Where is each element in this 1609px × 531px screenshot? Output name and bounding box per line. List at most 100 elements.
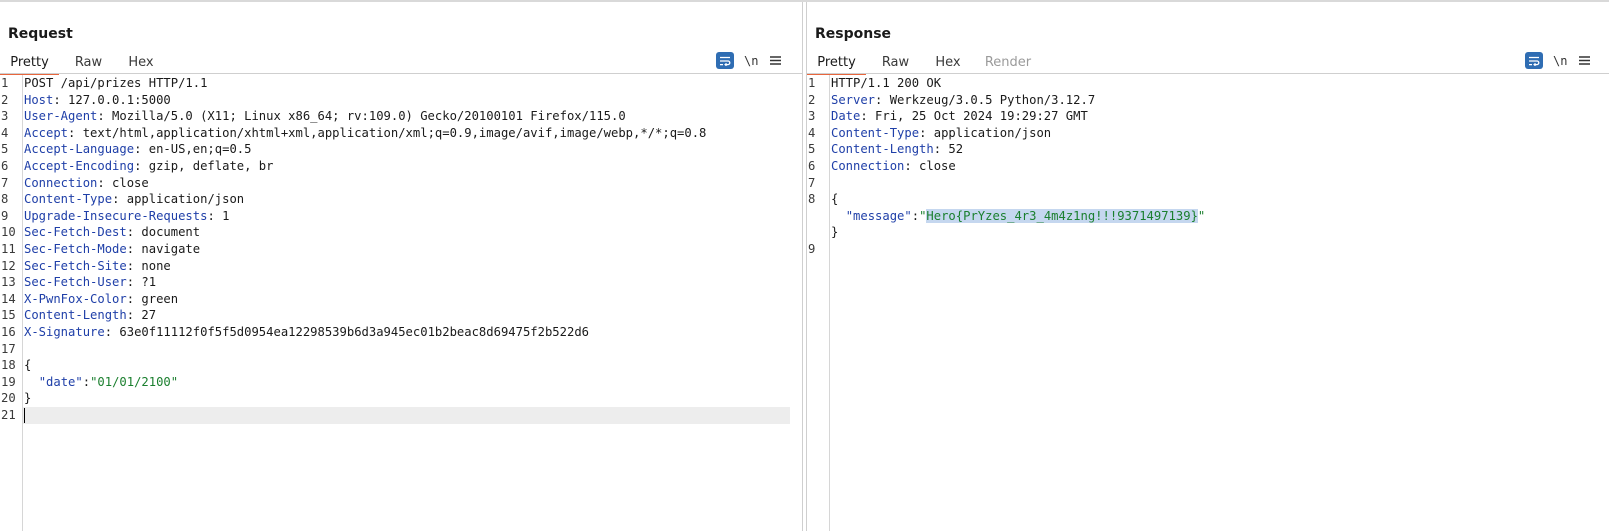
header-name: Accept-Encoding xyxy=(24,159,135,173)
request-line: 12 Sec-Fetch-Site: none xyxy=(0,258,802,275)
code-text: { xyxy=(831,192,839,207)
line-content: Sec-Fetch-User: ?1 xyxy=(24,274,156,291)
line-content: Sec-Fetch-Mode: navigate xyxy=(24,241,200,258)
line-content: Connection: close xyxy=(831,158,956,175)
request-line: 15 Content-Length: 27 xyxy=(0,307,802,324)
response-tab-divider xyxy=(807,73,1609,74)
line-number: 2 xyxy=(1,92,9,107)
response-line: 3 Date: Fri, 25 Oct 2024 19:29:27 GMT xyxy=(807,108,1609,125)
line-number: 7 xyxy=(808,175,816,190)
response-line: 1 HTTP/1.1 200 OK xyxy=(807,75,1609,92)
response-tab-render[interactable]: Render xyxy=(971,51,1045,73)
line-content: } xyxy=(24,390,31,407)
response-line: } xyxy=(807,224,1609,241)
line-content: Accept-Encoding: gzip, deflate, br xyxy=(24,158,273,175)
code-text: : xyxy=(82,374,91,389)
json-key: "message" xyxy=(845,208,912,223)
line-content: HTTP/1.1 200 OK xyxy=(831,75,941,92)
code-text: : navigate xyxy=(126,242,201,256)
header-name: Content-Length xyxy=(24,308,127,323)
code-text: : Fri, 25 Oct 2024 19:29:27 GMT xyxy=(860,109,1088,124)
wrap-lines-icon[interactable] xyxy=(1525,52,1543,69)
header-name: Accept-Language xyxy=(24,142,135,157)
code-text: POST /api/prizes HTTP/1.1 xyxy=(24,76,208,90)
line-content: Sec-Fetch-Dest: document xyxy=(24,224,200,241)
request-tab-divider xyxy=(0,73,802,74)
header-name: Content-Type xyxy=(24,192,113,207)
line-number: 10 xyxy=(1,225,16,240)
line-number: 2 xyxy=(808,92,816,107)
response-editor[interactable]: 1 HTTP/1.1 200 OK 2 Server: Werkzeug/3.0.5 … xyxy=(807,75,1609,531)
response-line: 7 xyxy=(807,175,1609,192)
header-name: Upgrade-Insecure-Requests xyxy=(24,208,208,223)
show-newlines-button[interactable]: \n xyxy=(1553,54,1567,68)
header-name: Connection xyxy=(831,159,905,173)
show-newlines-button[interactable]: \n xyxy=(744,54,758,68)
line-content: Connection: close xyxy=(24,175,149,192)
request-line: 20} xyxy=(0,390,802,407)
line-number: 3 xyxy=(808,109,816,124)
response-tab-raw[interactable]: Raw xyxy=(866,51,925,73)
json-string: "01/01/2100" xyxy=(90,374,179,389)
line-number: 18 xyxy=(1,358,16,373)
request-line: 7 Connection: close xyxy=(0,175,802,192)
line-content: Host: 127.0.0.1:5000 xyxy=(24,92,171,109)
response-line: 8{ xyxy=(807,191,1609,208)
request-line: 3 User-Agent: Mozilla/5.0 (X11; Linux x86… xyxy=(0,108,802,125)
response-line: 6 Connection: close xyxy=(807,158,1609,175)
line-number: 9 xyxy=(1,208,9,223)
line-content: POST /api/prizes HTTP/1.1 xyxy=(24,75,207,92)
response-line: 2 Server: Werkzeug/3.0.5 Python/3.12.7 xyxy=(807,92,1609,109)
line-number: 13 xyxy=(1,275,16,290)
code-text: : application/json xyxy=(112,192,245,207)
line-content: X-PwnFox-Color: green xyxy=(24,291,178,308)
request-tab-hex[interactable]: Hex xyxy=(118,51,164,73)
response-tab-hex[interactable]: Hex xyxy=(925,51,971,73)
line-content: Content-Type: application/json xyxy=(24,191,244,208)
line-number: 8 xyxy=(1,192,9,207)
header-name: X-PwnFox-Color xyxy=(24,291,127,306)
request-editor[interactable]: 1 POST /api/prizes HTTP/1.1 2 Host: 127.0.0… xyxy=(0,75,802,531)
line-number: 8 xyxy=(808,192,816,207)
code-text: : xyxy=(911,208,920,223)
request-line: 13 Sec-Fetch-User: ?1 xyxy=(0,274,802,291)
request-line: 9 Upgrade-Insecure-Requests: 1 xyxy=(0,208,802,225)
line-content: X-Signature: 63e0f11112f0f5f5d0954ea1229… xyxy=(24,324,589,341)
line-content: Content-Type: application/json xyxy=(831,125,1051,142)
code-text: : ?1 xyxy=(126,275,157,290)
header-name: Sec-Fetch-Site xyxy=(24,258,127,273)
code-text: : green xyxy=(126,291,179,306)
response-tab-pretty[interactable]: Pretty xyxy=(807,51,866,75)
line-number: 15 xyxy=(1,308,16,323)
request-tab-raw[interactable]: Raw xyxy=(59,51,118,73)
line-content: Sec-Fetch-Site: none xyxy=(24,258,171,275)
hamburger-icon[interactable] xyxy=(770,54,782,68)
line-number: 20 xyxy=(1,391,16,406)
header-name: Host xyxy=(24,92,54,107)
hamburger-icon[interactable] xyxy=(1579,54,1591,68)
line-content: { xyxy=(831,191,838,208)
request-line: 5 Accept-Language: en-US,en;q=0.5 xyxy=(0,141,802,158)
request-line: 11 Sec-Fetch-Mode: navigate xyxy=(0,241,802,258)
request-line: 6 Accept-Encoding: gzip, deflate, br xyxy=(0,158,802,175)
request-line: 2 Host: 127.0.0.1:5000 xyxy=(0,92,802,109)
code-text: : close xyxy=(97,175,149,190)
line-number: 3 xyxy=(1,109,9,124)
line-number: 5 xyxy=(1,142,9,157)
header-name: Date xyxy=(831,109,861,124)
header-name: Server xyxy=(831,92,876,107)
header-name: User-Agent xyxy=(24,109,98,124)
code-text: : 127.0.0.1:5000 xyxy=(53,92,171,107)
json-string: " xyxy=(1197,208,1206,223)
request-line: 18 { xyxy=(0,357,802,374)
response-line: "message": "Hero{PrYzes_4r3_4m4z1ng!!!937… xyxy=(807,208,1609,225)
request-title: Request xyxy=(8,26,73,42)
code-text: : close xyxy=(904,159,956,173)
wrap-lines-icon[interactable] xyxy=(716,52,734,69)
request-line: 16 X-Signature: 63e0f11112f0f5f5d0954ea12… xyxy=(0,324,802,341)
code-text: : 27 xyxy=(126,308,157,323)
request-tab-pretty[interactable]: Pretty xyxy=(0,51,59,75)
request-line: 8 Content-Type: application/json xyxy=(0,191,802,208)
